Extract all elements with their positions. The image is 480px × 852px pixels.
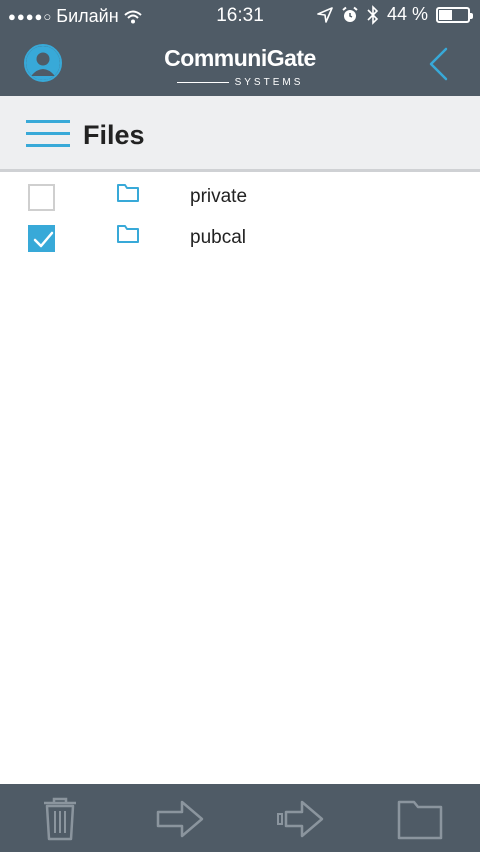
file-name: private xyxy=(190,186,248,207)
page-title: Files xyxy=(83,120,145,150)
title-bar: Files xyxy=(0,96,480,172)
checkbox-pubcal[interactable] xyxy=(28,225,55,252)
file-row-pubcal[interactable]: pubcal xyxy=(0,221,480,261)
logo-brand: CommuniGate xyxy=(164,45,316,71)
battery-percent: 44 % xyxy=(386,4,428,24)
copy-arrow-icon[interactable] xyxy=(276,796,324,842)
bottom-toolbar xyxy=(0,784,480,852)
logo-sub: SYSTEMS xyxy=(176,76,304,89)
top-bar: ●●●●○ Билайн 16:31 44 % CommuniGate SYST… xyxy=(0,0,480,96)
app-bar: CommuniGate SYSTEMS xyxy=(0,32,480,96)
communigate-logo: CommuniGate SYSTEMS xyxy=(0,46,480,89)
menu-icon[interactable] xyxy=(26,120,70,150)
file-name: pubcal xyxy=(190,227,246,248)
folder-icon xyxy=(117,225,139,243)
checkbox-private[interactable] xyxy=(28,184,55,211)
status-bar: ●●●●○ Билайн 16:31 44 % xyxy=(0,0,480,32)
trash-icon[interactable] xyxy=(36,796,84,842)
folder-icon[interactable] xyxy=(396,796,444,842)
move-arrow-icon[interactable] xyxy=(156,796,204,842)
checkmark-icon xyxy=(33,231,54,248)
alarm-icon xyxy=(342,6,358,22)
folder-icon xyxy=(117,184,139,202)
location-icon xyxy=(317,6,333,23)
status-right: 44 % xyxy=(317,4,473,25)
file-row-private[interactable]: private xyxy=(0,180,480,220)
logo-sub-text: SYSTEMS xyxy=(234,76,304,88)
back-chevron-icon[interactable] xyxy=(426,46,450,82)
battery-icon xyxy=(436,6,473,23)
bluetooth-icon xyxy=(367,4,379,25)
